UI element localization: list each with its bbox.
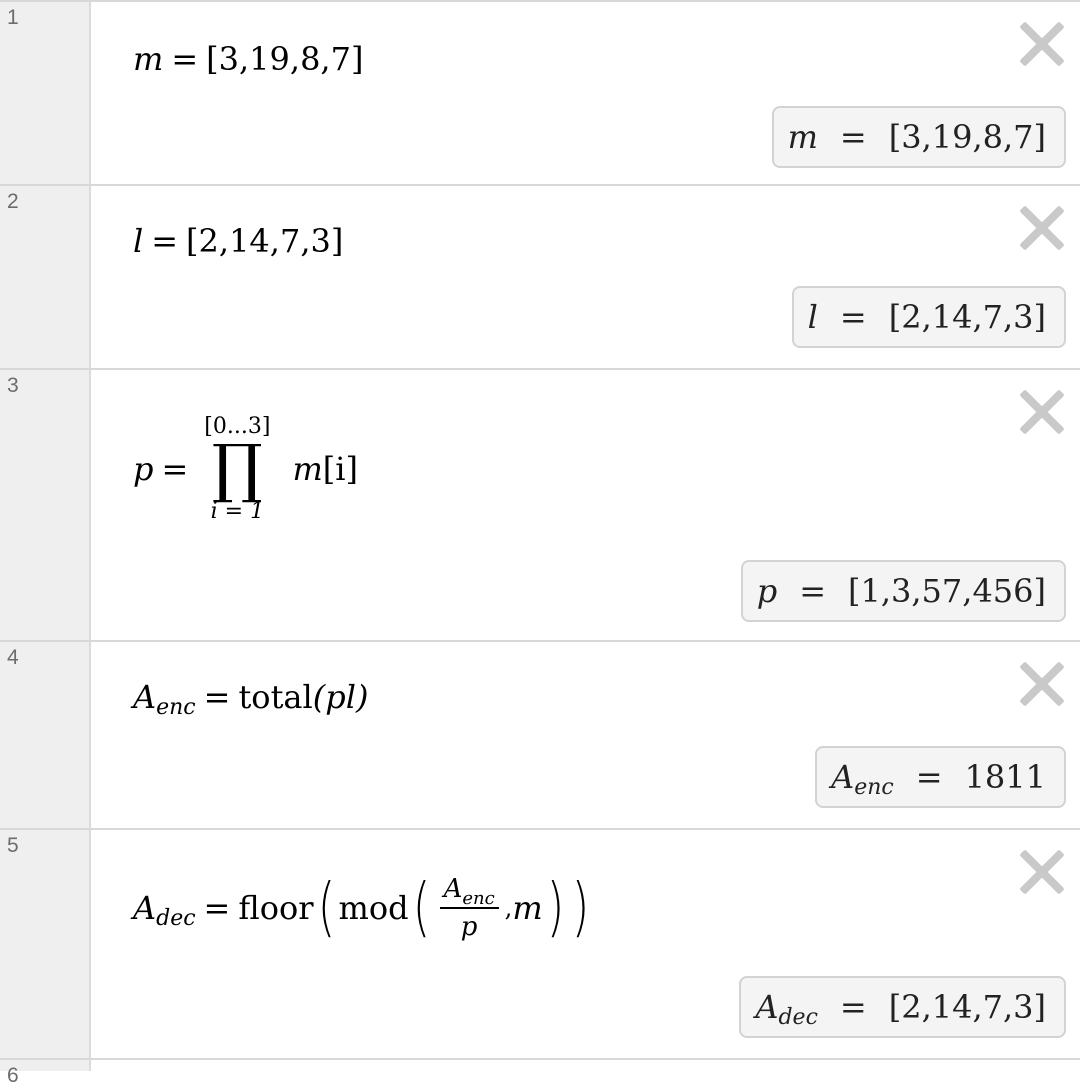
- close-icon[interactable]: [1018, 388, 1066, 436]
- row-gutter[interactable]: 3: [0, 370, 91, 640]
- row-index: 3: [7, 374, 19, 397]
- row-gutter[interactable]: 2: [0, 186, 91, 368]
- expression-row-1[interactable]: 1 m = [3,19,8,7] m = [3,19,8,7]: [0, 0, 1080, 184]
- product-body-variable: m: [292, 450, 323, 488]
- expression-input[interactable]: l = [2,14,7,3]: [133, 222, 343, 260]
- expression-row-2[interactable]: 2 l = [2,14,7,3] l = [2,14,7,3]: [0, 184, 1080, 368]
- lhs-variable: A: [133, 889, 157, 927]
- evaluation-result: l = [2,14,7,3]: [791, 286, 1066, 348]
- expression-content[interactable]: Aenc = total (pl) Aenc = 1811: [93, 642, 1080, 828]
- expression-content[interactable]: l = [2,14,7,3] l = [2,14,7,3]: [93, 186, 1080, 368]
- argument-comma: ,: [504, 894, 513, 922]
- row-gutter[interactable]: 5: [0, 830, 91, 1058]
- lhs-variable: l: [133, 222, 144, 260]
- result-variable: m: [787, 118, 818, 156]
- equals-sign: =: [203, 889, 231, 927]
- row-gutter[interactable]: 6: [0, 1060, 91, 1087]
- lhs-variable: A: [133, 678, 157, 716]
- close-icon[interactable]: [1018, 20, 1066, 68]
- close-icon[interactable]: [1018, 660, 1066, 708]
- expression-input[interactable]: p = [0...3] ∏ i = 1 m [i]: [133, 414, 358, 524]
- result-value: [2,14,7,3]: [888, 988, 1046, 1026]
- fraction: Aenc p: [439, 874, 499, 942]
- result-value: 1811: [964, 758, 1046, 796]
- result-variable: p: [756, 572, 778, 610]
- result-equals: =: [915, 758, 943, 796]
- fraction-denominator: p: [460, 912, 478, 942]
- result-variable: A: [755, 988, 779, 1026]
- function-name-inner: mod: [338, 889, 409, 927]
- row-index: 4: [7, 646, 19, 669]
- expression-input[interactable]: m = [3,19,8,7]: [133, 40, 363, 78]
- result-equals: =: [839, 298, 867, 336]
- row-gutter[interactable]: 1: [0, 2, 91, 184]
- expression-row-4[interactable]: 4 Aenc = total (pl) Aenc = 1811: [0, 640, 1080, 828]
- evaluation-result: p = [1,3,57,456]: [740, 560, 1066, 622]
- equals-sign: =: [161, 450, 189, 488]
- expression-input[interactable]: Aenc = total (pl): [133, 678, 369, 720]
- lhs-subscript: enc: [156, 694, 196, 720]
- expression-content[interactable]: Adec = floor ( mod ( Aenc p , m ) ) Adec…: [93, 830, 1080, 1058]
- list-value: [3,19,8,7]: [206, 40, 364, 78]
- expression-row-5[interactable]: 5 Adec = floor ( mod ( Aenc p , m ) ) A …: [0, 828, 1080, 1058]
- result-subscript: enc: [854, 774, 894, 800]
- expression-row-3[interactable]: 3 p = [0...3] ∏ i = 1 m [i] p = [1,3,57,…: [0, 368, 1080, 640]
- row-index: 2: [7, 190, 19, 213]
- row-index: 6: [7, 1064, 19, 1087]
- result-variable: A: [831, 758, 855, 796]
- list-value: [2,14,7,3]: [186, 222, 344, 260]
- result-value: [2,14,7,3]: [888, 298, 1046, 336]
- close-icon[interactable]: [1018, 848, 1066, 896]
- function-args: (pl): [312, 678, 369, 716]
- expression-input[interactable]: Adec = floor ( mod ( Aenc p , m ) ): [133, 874, 593, 942]
- left-paren: (: [412, 871, 430, 945]
- equals-sign: =: [151, 222, 179, 260]
- expression-list: 1 m = [3,19,8,7] m = [3,19,8,7] 2 l = [2: [0, 0, 1080, 1087]
- result-subscript: dec: [778, 1004, 818, 1030]
- fraction-numerator: Aenc: [440, 874, 499, 909]
- close-icon[interactable]: [1018, 204, 1066, 252]
- row-index: 1: [7, 6, 19, 29]
- lhs-subscript: dec: [156, 905, 196, 931]
- product-lower-limit: i = 1: [210, 499, 265, 524]
- expression-content[interactable]: m = [3,19,8,7] m = [3,19,8,7]: [93, 2, 1080, 184]
- expression-content[interactable]: p = [0...3] ∏ i = 1 m [i] p = [1,3,57,45…: [93, 370, 1080, 640]
- product-symbol: ∏: [211, 432, 263, 506]
- function-name: total: [238, 678, 313, 716]
- equals-sign: =: [203, 678, 231, 716]
- right-paren: ): [546, 871, 564, 945]
- result-equals: =: [839, 988, 867, 1026]
- row-gutter[interactable]: 4: [0, 642, 91, 828]
- result-value: [3,19,8,7]: [888, 118, 1046, 156]
- result-equals: =: [839, 118, 867, 156]
- expression-row-6[interactable]: 6: [0, 1058, 1080, 1087]
- right-paren: ): [571, 871, 589, 945]
- result-equals: =: [799, 572, 826, 610]
- product-body-index: [i]: [322, 450, 358, 488]
- result-variable: l: [807, 298, 818, 336]
- product-operator: [0...3] ∏ i = 1: [204, 414, 270, 524]
- row-index: 5: [7, 834, 19, 857]
- numerator-variable: A: [443, 874, 463, 904]
- lhs-variable: m: [133, 40, 164, 78]
- numerator-subscript: enc: [462, 888, 495, 909]
- result-value: [1,3,57,456]: [848, 572, 1046, 610]
- left-paren: (: [317, 871, 335, 945]
- evaluation-result: Adec = [2,14,7,3]: [739, 976, 1066, 1038]
- lhs-variable: p: [133, 450, 154, 488]
- evaluation-result: Aenc = 1811: [815, 746, 1066, 808]
- function-name-outer: floor: [238, 889, 314, 927]
- evaluation-result: m = [3,19,8,7]: [771, 106, 1066, 168]
- equals-sign: =: [171, 40, 199, 78]
- expression-content[interactable]: [93, 1060, 1080, 1071]
- second-argument: m: [512, 889, 543, 927]
